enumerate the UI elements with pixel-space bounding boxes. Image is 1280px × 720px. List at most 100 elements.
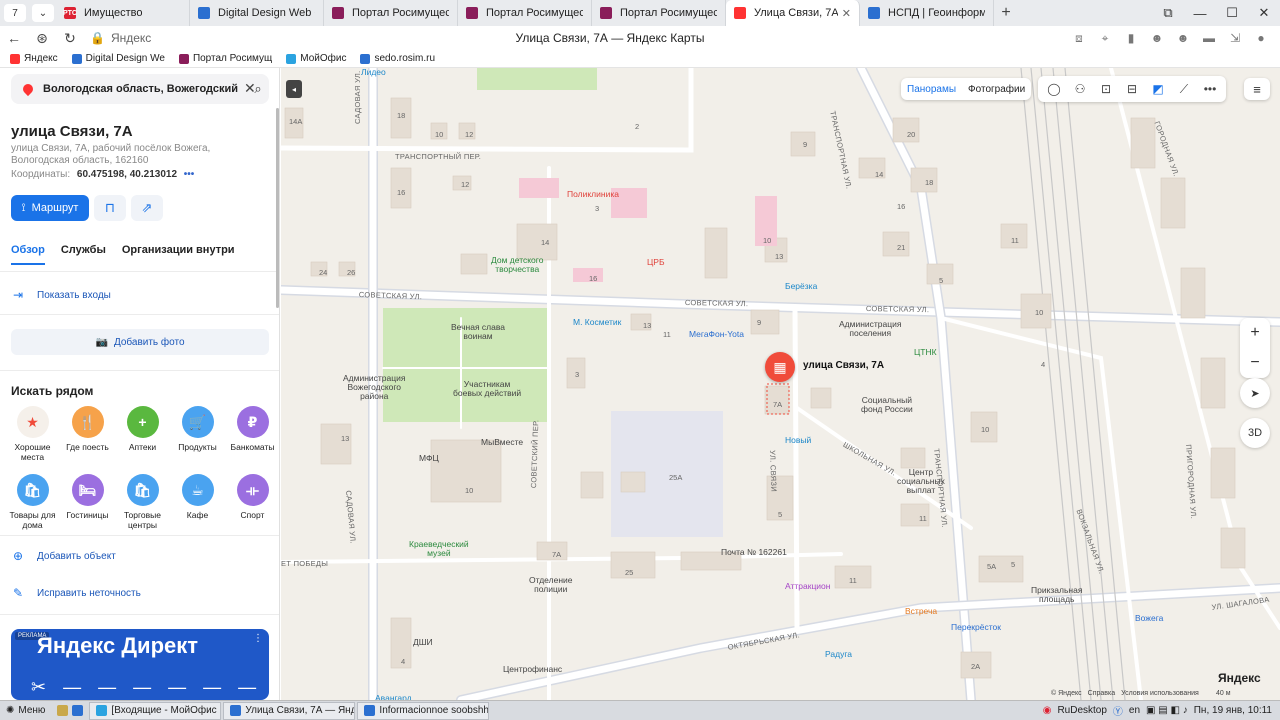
nearby-category-7[interactable]: 🛍 Торговые центры [115, 474, 170, 536]
start-menu-button[interactable]: ✺ Меню [0, 702, 51, 720]
browser-tab-2[interactable]: Портал Росимущества [324, 0, 458, 26]
map-canvas[interactable]: Лидео Поликлиника ЦРБ Дом детского творчест… [281, 68, 1280, 700]
3d-mode-button[interactable]: 3D [1240, 418, 1270, 448]
ruler-icon[interactable]: ⟋ [1176, 82, 1192, 97]
maximize-icon[interactable]: ☐ [1216, 0, 1248, 26]
files-icon[interactable] [57, 705, 69, 716]
map-poi-label[interactable]: ЦРБ [647, 258, 665, 267]
nearby-category-6[interactable]: 🛏 Гостиницы [60, 474, 115, 536]
map-poi-label[interactable]: Администрация Вожегодского района [343, 374, 405, 401]
my-location-button[interactable]: ➤ [1240, 378, 1270, 408]
map-poi-label[interactable]: Поликлиника [567, 190, 619, 199]
browser-tab-4[interactable]: Портал Росимущества [592, 0, 726, 26]
place-marker[interactable]: ▦ [765, 352, 795, 382]
map-poi-label[interactable]: ЦТНК [914, 348, 937, 357]
map-poi-label[interactable]: Отделение полиции [529, 576, 572, 594]
tab-services[interactable]: Службы [61, 244, 106, 265]
camera-icon[interactable]: ⊡ [1098, 82, 1114, 96]
extension-icon-3[interactable]: ▬ [1198, 31, 1220, 46]
profile-icon[interactable]: ● [1250, 31, 1272, 46]
bookmark-item-3[interactable]: МойОфис [286, 53, 346, 64]
nearby-category-4[interactable]: ₽ Банкоматы [225, 406, 279, 468]
url-field[interactable]: 🔒 Яндекс [90, 31, 151, 45]
tab-list-chevron-icon[interactable]: ⌄ [32, 4, 54, 22]
extension-icon-2[interactable]: ☻ [1172, 31, 1194, 46]
map-poi-label[interactable]: Встреча [905, 607, 937, 616]
bookmark-item-2[interactable]: Портал Росимущ [178, 53, 272, 64]
add-photo-button[interactable]: 📷 Добавить фото [11, 329, 269, 355]
map-poi-label[interactable]: Радуга [825, 650, 852, 659]
nearby-category-3[interactable]: 🛒 Продукты [170, 406, 225, 468]
coordinates-value[interactable]: 60.475198, 40.213012 [77, 169, 177, 180]
tab-counter[interactable]: 7 [4, 4, 26, 22]
tab-overview[interactable]: Обзор [11, 244, 45, 265]
taskbar-task-1[interactable]: Улица Связи, 7А — Янде... [223, 701, 356, 720]
browser-tab-6[interactable]: НСПД | Геоинформацио [860, 0, 994, 26]
more-tools-icon[interactable]: ••• [1202, 82, 1218, 96]
map-poi-label[interactable]: Центрофинанс [503, 665, 562, 674]
bookmark-item-4[interactable]: sedo.rosim.ru [360, 53, 435, 64]
browser-tab-0[interactable]: РТС Имущество [56, 0, 190, 26]
browser-tab-5[interactable]: Улица Связи, 7А — Янд ✕ [726, 0, 860, 26]
new-tab-button[interactable]: + [994, 0, 1018, 26]
protect-icon[interactable]: ⊛ [28, 30, 56, 47]
browser-tab-3[interactable]: Портал Росимущества [458, 0, 592, 26]
minimize-icon[interactable]: — [1184, 0, 1216, 26]
show-entrances-link[interactable]: ⇥ Показать входы [11, 288, 111, 302]
bus-icon[interactable]: ⊟ [1124, 82, 1140, 96]
tray-icons[interactable]: ▣ ▤ ◧ ♪ [1146, 705, 1188, 716]
share-button[interactable]: ⇗ [131, 195, 163, 221]
save-bookmark-button[interactable]: ⊓ [94, 195, 126, 221]
nearby-category-2[interactable]: + Аптеки [115, 406, 170, 468]
nearby-category-8[interactable]: ☕ Кафе [170, 474, 225, 536]
hamburger-icon[interactable]: ≡ [1244, 78, 1270, 100]
clock[interactable]: Пн, 19 янв, 10:11 [1194, 705, 1272, 716]
photos-tab[interactable]: Фотографии [968, 84, 1025, 95]
extension-icon-4[interactable]: ⇲ [1224, 31, 1246, 46]
sidebar-scrollbar[interactable] [276, 108, 279, 308]
map-poi-label[interactable]: МФЦ [419, 454, 439, 463]
bookmark-icon[interactable]: ▮ [1120, 31, 1142, 46]
map-poi-label[interactable]: Участникам боевых действий [453, 380, 521, 398]
ad-menu-icon[interactable]: ⋮ [253, 633, 263, 644]
route-button[interactable]: ⟟ Маршрут [11, 195, 89, 221]
nearby-category-5[interactable]: 🛍 Товары для дома [5, 474, 60, 536]
panoramas-tab[interactable]: Панорамы [907, 84, 956, 95]
rudesktop-icon[interactable]: ◉ [1043, 705, 1052, 716]
map-poi-label[interactable]: Дом детского творчества [491, 256, 543, 274]
map-poi-label[interactable]: Прикзальная площадь [1031, 586, 1082, 604]
map-poi-label[interactable]: ДШИ [413, 638, 433, 647]
yandex-tray-icon[interactable]: Ⓨ [1113, 703, 1123, 718]
add-object-link[interactable]: ⊕ Добавить объект [11, 549, 116, 563]
collapse-sidebar-button[interactable]: ◂ [286, 80, 302, 98]
bookmark-item-0[interactable]: Яндекс [10, 53, 58, 64]
map-poi-label[interactable]: Новый [785, 436, 811, 445]
map-poi-label[interactable]: Берёзка [785, 282, 817, 291]
extension-icon-1[interactable]: ☻ [1146, 31, 1168, 46]
close-icon[interactable]: ✕ [244, 80, 256, 97]
location-icon[interactable]: ⌖ [1094, 31, 1116, 46]
map-poi-label[interactable]: МыВместе [481, 438, 523, 447]
map-poi-label[interactable]: Лидео [361, 68, 386, 77]
nearby-category-1[interactable]: 🍴 Где поесть [60, 406, 115, 468]
browser-icon[interactable] [72, 705, 84, 716]
copy-layer-icon[interactable]: ◩ [1150, 82, 1166, 96]
translate-icon[interactable]: ⧈ [1068, 31, 1090, 46]
ad-banner[interactable]: РЕКЛАМА Яндекс Директ ⋮ ✂ — — — — — — — … [11, 629, 269, 700]
map-poi-label[interactable]: МегаФон-Yota [689, 330, 744, 339]
nearby-category-9[interactable]: ⟛ Спорт [225, 474, 279, 536]
zoom-out-button[interactable]: − [1250, 354, 1259, 372]
language-indicator[interactable]: en [1129, 705, 1140, 716]
layers-icon[interactable]: ◯ [1046, 82, 1062, 96]
taskbar-task-0[interactable]: [Входящие - МойОфис П... [89, 701, 222, 720]
tab-close-icon[interactable]: ✕ [842, 7, 851, 20]
place-marker-label[interactable]: улица Связи, 7А [803, 360, 884, 371]
fix-error-link[interactable]: ✎ Исправить неточность [11, 586, 141, 600]
zoom-in-button[interactable]: + [1250, 324, 1259, 342]
help-link[interactable]: Справка [1088, 690, 1115, 697]
map-poi-label[interactable]: Социальный фонд России [861, 396, 913, 414]
map-poi-label[interactable]: Почта № 162261 [721, 548, 787, 557]
map-poi-label[interactable]: Администрация поселения [839, 320, 901, 338]
browser-tab-1[interactable]: Digital Design Web Client [190, 0, 324, 26]
search-input[interactable]: Вологодская область, Вожегодский [43, 83, 247, 95]
